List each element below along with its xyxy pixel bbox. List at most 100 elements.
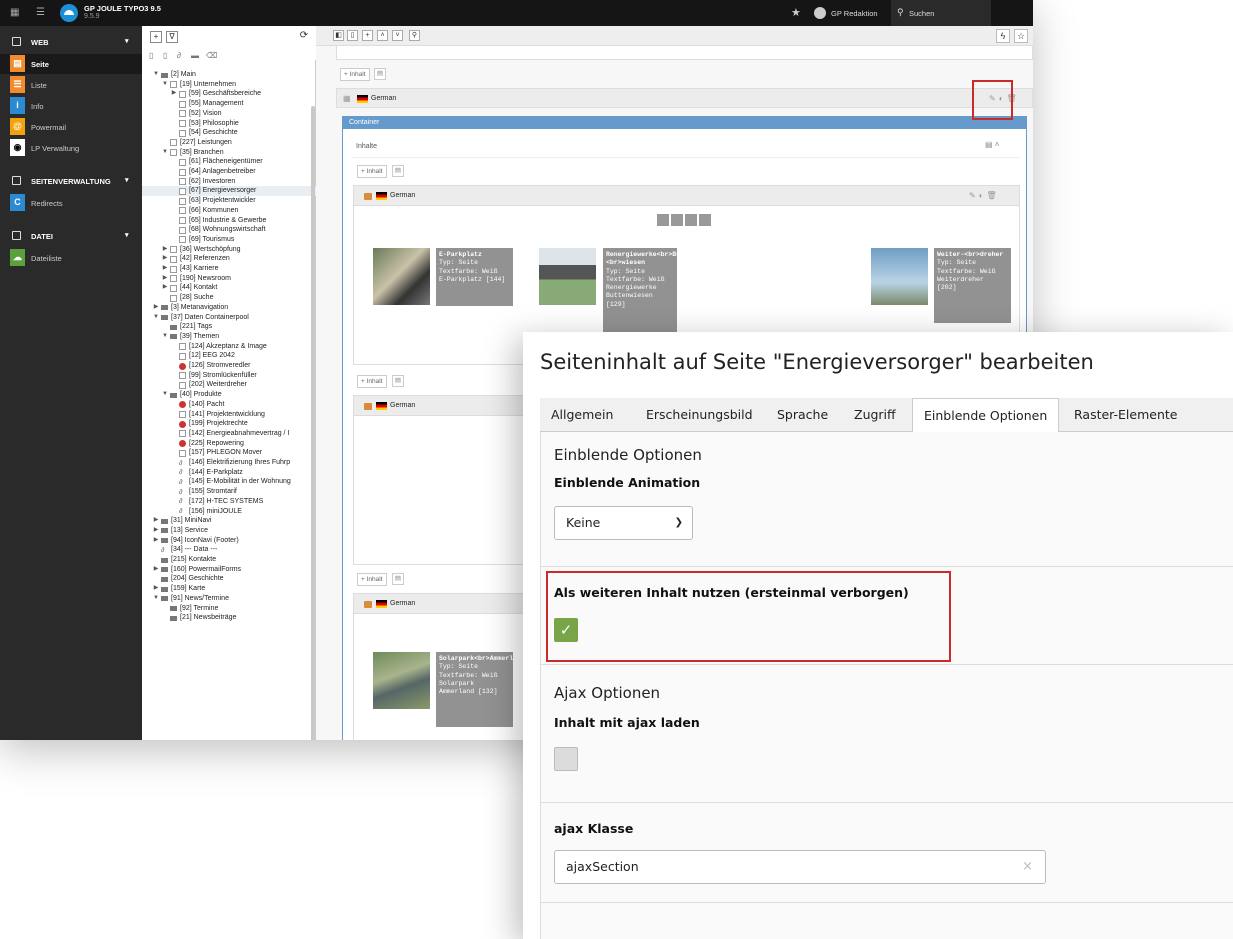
- tree-node[interactable]: ∂ [146] Elektrifizierung Ihres Fuhrp: [142, 458, 316, 468]
- new-page-button[interactable]: +: [150, 31, 162, 43]
- tree-node[interactable]: ∂ [144] E-Parkplatz: [142, 468, 316, 478]
- search-field[interactable]: [891, 0, 991, 26]
- tree-node[interactable]: ▶ [13] Service: [142, 526, 316, 536]
- tab-raster-elemente[interactable]: Raster-Elemente: [1063, 398, 1188, 432]
- tree-node[interactable]: [199] Projektrechte: [142, 419, 316, 429]
- trash-icon[interactable]: ⌫: [206, 51, 217, 60]
- expand-icon[interactable]: ▶: [152, 584, 160, 594]
- ajax-class-input[interactable]: ajaxSection ×: [554, 850, 1046, 884]
- module-grid-icon[interactable]: ▦: [10, 8, 20, 18]
- collapse-icon[interactable]: ▼: [161, 80, 169, 90]
- collapse-icon[interactable]: ▼: [152, 594, 160, 604]
- tree-node[interactable]: ▶ [3] Metanavigation: [142, 303, 316, 313]
- tree-node[interactable]: ▼ [35] Branchen: [142, 148, 316, 158]
- tree-node[interactable]: ▼ [91] News/Termine: [142, 594, 316, 604]
- tree-node[interactable]: [63] Projektentwickler: [142, 196, 316, 206]
- expand-icon[interactable]: ▶: [161, 254, 169, 264]
- tab-sprache[interactable]: Sprache: [766, 398, 839, 432]
- expand-icon[interactable]: ▶: [152, 516, 160, 526]
- tree-node[interactable]: [61] Flächeneigentümer: [142, 157, 316, 167]
- module-item-seite[interactable]: ▤ Seite: [0, 54, 142, 74]
- tree-node[interactable]: [204] Geschichte: [142, 574, 316, 584]
- tree-node[interactable]: [69] Tourismus: [142, 235, 316, 245]
- tree-node[interactable]: ▶ [94] IconNavi (Footer): [142, 536, 316, 546]
- tab-einblende-optionen[interactable]: Einblende Optionen: [912, 398, 1060, 433]
- folder-icon[interactable]: ▬: [191, 51, 199, 60]
- tree-node[interactable]: [227] Leistungen: [142, 138, 316, 148]
- module-item-info[interactable]: i Info: [0, 96, 142, 116]
- tree-node[interactable]: [124] Akzeptanz & Image: [142, 342, 316, 352]
- tree-node[interactable]: [225] Repowering: [142, 439, 316, 449]
- paste-icon[interactable]: ▤: [392, 165, 404, 177]
- paste-icon[interactable]: ▤: [374, 68, 386, 80]
- tree-node[interactable]: [52] Vision: [142, 109, 316, 119]
- refresh-icon[interactable]: ⟳: [298, 31, 310, 43]
- tree-node[interactable]: ∂ [155] Stromtarif: [142, 487, 316, 497]
- view-icon[interactable]: ◧: [333, 30, 344, 41]
- expand-icon[interactable]: ▶: [152, 565, 160, 575]
- add-content-button[interactable]: + Inhalt: [357, 375, 387, 388]
- tree-node[interactable]: [67] Energieversorger: [142, 186, 316, 197]
- tree-node[interactable]: [65] Industrie & Gewerbe: [142, 216, 316, 226]
- element-actions-icon[interactable]: ✎◐🗑: [969, 191, 1000, 200]
- page-edit-icon[interactable]: ▯: [347, 30, 358, 41]
- tree-node[interactable]: [12] EEG 2042: [142, 351, 316, 361]
- tree-node[interactable]: ▶ [43] Karriere: [142, 264, 316, 274]
- module-item-redirects[interactable]: C Redirects: [0, 193, 142, 213]
- slider-dot[interactable]: [671, 214, 683, 226]
- module-item-dateiliste[interactable]: ☁ Dateiliste: [0, 248, 142, 268]
- module-item-liste[interactable]: ☰ Liste: [0, 75, 142, 95]
- tree-node[interactable]: ▶ [59] Geschäftsbereiche: [142, 89, 316, 99]
- add-icon[interactable]: +: [362, 30, 373, 41]
- user-avatar-icon[interactable]: [814, 7, 826, 19]
- tree-node[interactable]: ▼ [37] Daten Containerpool: [142, 313, 316, 323]
- expand-icon[interactable]: ▶: [161, 245, 169, 255]
- tree-node[interactable]: ▶ [159] Karte: [142, 584, 316, 594]
- tree-node[interactable]: ▶ [160] PowermailForms: [142, 565, 316, 575]
- tree-node[interactable]: ∂ [172] H-TEC SYSTEMS: [142, 497, 316, 507]
- module-item-lp-verwaltung[interactable]: ◉ LP Verwaltung: [0, 138, 142, 158]
- slider-dot[interactable]: [685, 214, 697, 226]
- expand-icon[interactable]: ▶: [170, 89, 178, 99]
- tree-node[interactable]: [55] Management: [142, 99, 316, 109]
- module-group-seitenverwaltung[interactable]: SEITENVERWALTUNG ▾: [0, 171, 142, 191]
- tree-node[interactable]: [54] Geschichte: [142, 128, 316, 138]
- paste-icon[interactable]: ▤: [392, 573, 404, 585]
- tree-node[interactable]: ∂ [34] --- Data ---: [142, 545, 316, 555]
- tree-node[interactable]: [202] Weiterdreher: [142, 380, 316, 390]
- module-item-powermail[interactable]: @ Powermail: [0, 117, 142, 137]
- tree-node[interactable]: [99] Stromlückenfüller: [142, 371, 316, 381]
- tree-node[interactable]: ▼ [19] Unternehmen: [142, 80, 316, 90]
- tree-node[interactable]: ▶ [36] Wertschöpfung: [142, 245, 316, 255]
- module-group-web[interactable]: WEB ▾: [0, 32, 142, 52]
- menu-list-icon[interactable]: ☰: [36, 7, 45, 18]
- collapse-icon[interactable]: ▼: [161, 390, 169, 400]
- expand-icon[interactable]: ▶: [161, 264, 169, 274]
- module-group-datei[interactable]: DATEI ▾: [0, 226, 142, 246]
- tree-node[interactable]: ▼ [39] Themen: [142, 332, 316, 342]
- animation-select[interactable]: Keine ❯: [554, 506, 693, 540]
- tree-node[interactable]: [141] Projektentwicklung: [142, 410, 316, 420]
- tree-scrollbar[interactable]: [311, 106, 315, 740]
- clear-icon[interactable]: ×: [1022, 851, 1033, 883]
- tree-node[interactable]: [142] Energieabnahmevertrag / I: [142, 429, 316, 439]
- tree-node[interactable]: ∂ [145] E-Mobilität in der Wohnung: [142, 477, 316, 487]
- filter-icon[interactable]: ∇: [166, 31, 178, 43]
- search-icon[interactable]: ⚲: [409, 30, 420, 41]
- tab-erscheinungsbild[interactable]: Erscheinungsbild: [635, 398, 764, 432]
- link-icon[interactable]: ∂: [177, 51, 181, 60]
- tree-node[interactable]: [53] Philosophie: [142, 119, 316, 129]
- add-content-button[interactable]: + Inhalt: [340, 68, 370, 81]
- tree-node[interactable]: [140] Pacht: [142, 400, 316, 410]
- collapse-icon[interactable]: ▼: [152, 70, 160, 80]
- expand-icon[interactable]: ▶: [152, 526, 160, 536]
- tree-node[interactable]: ∂ [156] miniJOULE: [142, 507, 316, 517]
- expand-icon[interactable]: ▶: [161, 274, 169, 284]
- tree-node[interactable]: [28] Suche: [142, 293, 316, 303]
- tree-node[interactable]: [62] Investoren: [142, 177, 316, 187]
- flash-icon[interactable]: ϟ: [996, 29, 1010, 43]
- collapse-icon[interactable]: ▼: [161, 332, 169, 342]
- tree-node[interactable]: ▶ [44] Kontakt: [142, 283, 316, 293]
- ajax-load-checkbox[interactable]: [554, 747, 578, 771]
- tree-node[interactable]: ▶ [190] Newsroom: [142, 274, 316, 284]
